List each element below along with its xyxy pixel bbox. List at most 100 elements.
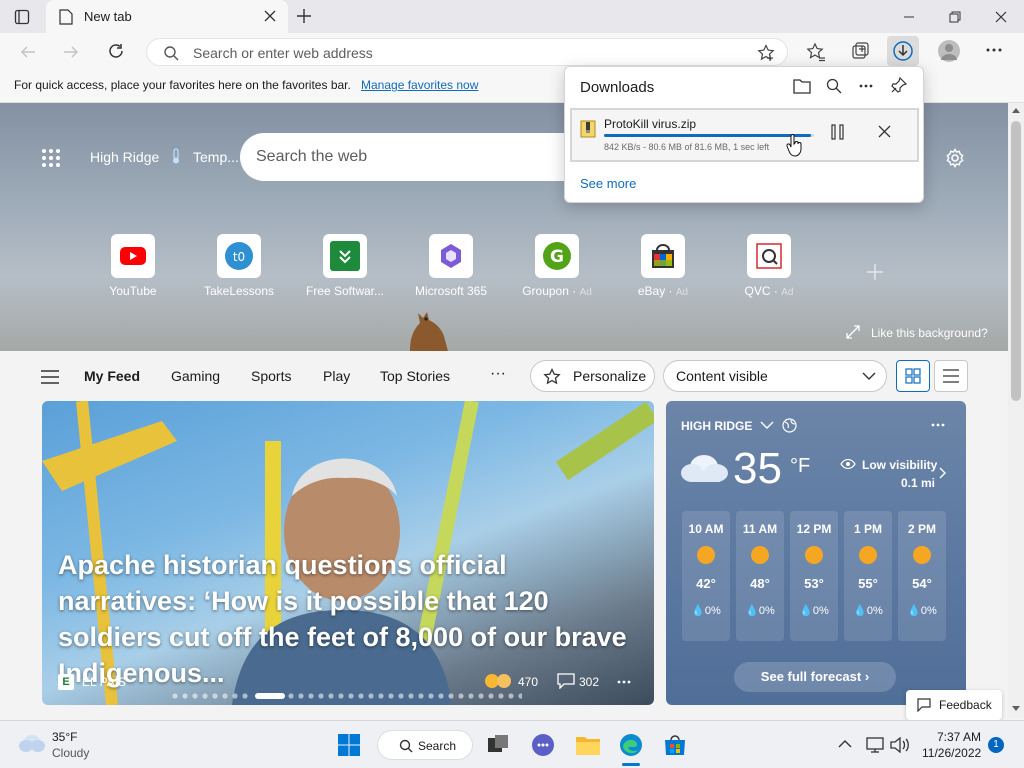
taskbar-time[interactable]: 7:37 AM — [937, 730, 981, 744]
list-layout-button[interactable] — [934, 360, 968, 392]
carousel-dot[interactable] — [288, 693, 294, 699]
tile-ebay[interactable]: eBay · Ad — [620, 234, 706, 298]
close-window-button[interactable] — [978, 0, 1024, 33]
taskbar-date[interactable]: 11/26/2022 — [922, 746, 981, 760]
edge-browser-icon[interactable] — [619, 733, 643, 757]
profile-avatar[interactable] — [938, 40, 960, 62]
carousel-dot-active[interactable] — [255, 693, 285, 699]
taskbar-cloudy-icon[interactable] — [18, 733, 46, 753]
weather-card[interactable]: HIGH RIDGE 35 °F Low visibility 0.1 mi 1… — [666, 401, 966, 705]
weather-short-label[interactable]: Temp... — [193, 149, 239, 165]
news-card[interactable]: Apache historian questions official narr… — [42, 401, 654, 705]
more-tabs-button[interactable]: ··· — [490, 365, 506, 383]
news-source[interactable]: EL PAÍS — [82, 675, 126, 689]
see-full-forecast-button[interactable]: See full forecast › — [734, 662, 896, 692]
more-menu-icon[interactable] — [986, 48, 1002, 52]
carousel-dot[interactable] — [212, 693, 218, 699]
carousel-dot[interactable] — [358, 693, 364, 699]
carousel-dot[interactable] — [242, 693, 248, 699]
forward-arrow-icon[interactable] — [62, 43, 80, 61]
minimize-button[interactable] — [886, 0, 932, 33]
carousel-dot[interactable] — [318, 693, 324, 699]
tile-microsoft-365[interactable]: Microsoft 365 — [408, 234, 494, 298]
hourly-forecast-2pm[interactable]: 2 PM 54° 💧0% — [898, 511, 946, 641]
close-tab-icon[interactable] — [264, 10, 276, 22]
new-tab-button[interactable] — [296, 8, 312, 24]
carousel-dot[interactable] — [378, 693, 384, 699]
manage-favorites-link[interactable]: Manage favorites now — [361, 78, 478, 92]
personalize-button[interactable]: Personalize — [530, 360, 655, 392]
content-visible-dropdown[interactable]: Content visible — [663, 360, 887, 392]
tab-gaming[interactable]: Gaming — [171, 368, 220, 384]
task-view-icon[interactable] — [487, 734, 509, 756]
scroll-down-arrow-icon[interactable] — [1012, 706, 1020, 712]
carousel-dot[interactable] — [298, 693, 304, 699]
temperature-unit[interactable]: °F — [790, 455, 810, 478]
download-item[interactable]: ProtoKill virus.zip 842 KB/s - 80.6 MB o… — [570, 108, 919, 162]
cancel-download-icon[interactable] — [878, 125, 891, 138]
carousel-dot[interactable] — [222, 693, 228, 699]
tab-my-feed[interactable]: My Feed — [84, 368, 140, 384]
file-explorer-icon[interactable] — [575, 734, 601, 756]
notification-badge[interactable]: 1 — [988, 737, 1004, 753]
volume-icon[interactable] — [890, 737, 910, 753]
add-favorite-icon[interactable] — [757, 44, 775, 62]
tile-youtube[interactable]: YouTube — [90, 234, 176, 298]
carousel-dot[interactable] — [478, 693, 484, 699]
carousel-dot[interactable] — [232, 693, 238, 699]
tile-takelessons[interactable]: t0 TakeLessons — [196, 234, 282, 298]
tab-top-stories[interactable]: Top Stories — [380, 368, 450, 384]
reactions-count[interactable]: 470 — [518, 675, 538, 689]
windows-start-icon[interactable] — [337, 733, 361, 757]
favorites-icon[interactable] — [806, 42, 826, 62]
carousel-dot[interactable] — [488, 693, 494, 699]
like-background-link[interactable]: Like this background? — [871, 326, 988, 340]
taskbar-weather-temp[interactable]: 35°F — [52, 730, 77, 744]
carousel-dot[interactable] — [348, 693, 354, 699]
carousel-dot[interactable] — [192, 693, 198, 699]
carousel-dot[interactable] — [468, 693, 474, 699]
carousel-dot[interactable] — [328, 693, 334, 699]
hourly-forecast-1pm[interactable]: 1 PM 55° 💧0% — [844, 511, 892, 641]
vertical-scrollbar[interactable] — [1008, 103, 1024, 718]
address-bar[interactable]: Search or enter web address — [146, 38, 788, 66]
carousel-dot[interactable] — [388, 693, 394, 699]
page-settings-gear-icon[interactable] — [945, 148, 965, 168]
carousel-dot[interactable] — [458, 693, 464, 699]
collections-icon[interactable] — [850, 42, 870, 62]
carousel-dot[interactable] — [308, 693, 314, 699]
tab-actions-icon[interactable] — [14, 9, 30, 25]
taskbar-search-button[interactable]: Search — [377, 730, 473, 760]
carousel-dot[interactable] — [428, 693, 434, 699]
globe-icon[interactable] — [782, 418, 797, 433]
open-folder-icon[interactable] — [793, 78, 811, 94]
tile-qvc[interactable]: QVC · Ad — [726, 234, 812, 298]
tab-new-tab[interactable]: New tab — [46, 0, 288, 33]
carousel-dot[interactable] — [518, 693, 522, 699]
carousel-dot[interactable] — [338, 693, 344, 699]
network-icon[interactable] — [866, 737, 884, 753]
expand-arrows-icon[interactable] — [846, 325, 860, 339]
carousel-dot[interactable] — [172, 693, 178, 699]
add-site-plus-icon[interactable] — [865, 262, 885, 282]
carousel-dot[interactable] — [398, 693, 404, 699]
download-file-name[interactable]: ProtoKill virus.zip — [604, 117, 696, 131]
location-chevron-down-icon[interactable] — [760, 421, 774, 429]
see-more-link[interactable]: See more — [580, 176, 636, 191]
app-launcher-icon[interactable] — [41, 148, 61, 168]
microsoft-store-icon[interactable] — [663, 733, 687, 757]
tile-groupon[interactable]: G Groupon · Ad — [514, 234, 600, 298]
carousel-dot[interactable] — [448, 693, 454, 699]
carousel-dot[interactable] — [438, 693, 444, 699]
more-options-icon[interactable] — [859, 84, 873, 88]
feedback-button[interactable]: Feedback — [906, 690, 1002, 720]
carousel-dot[interactable] — [202, 693, 208, 699]
hourly-forecast-10am[interactable]: 10 AM 42° 💧0% — [682, 511, 730, 641]
weather-location[interactable]: HIGH RIDGE — [681, 419, 752, 433]
carousel-dot[interactable] — [498, 693, 504, 699]
carousel-dots[interactable] — [172, 693, 522, 699]
grid-layout-button[interactable] — [896, 360, 930, 392]
scrollbar-thumb[interactable] — [1011, 121, 1021, 401]
search-downloads-icon[interactable] — [826, 78, 842, 94]
pause-download-icon[interactable] — [830, 124, 846, 140]
